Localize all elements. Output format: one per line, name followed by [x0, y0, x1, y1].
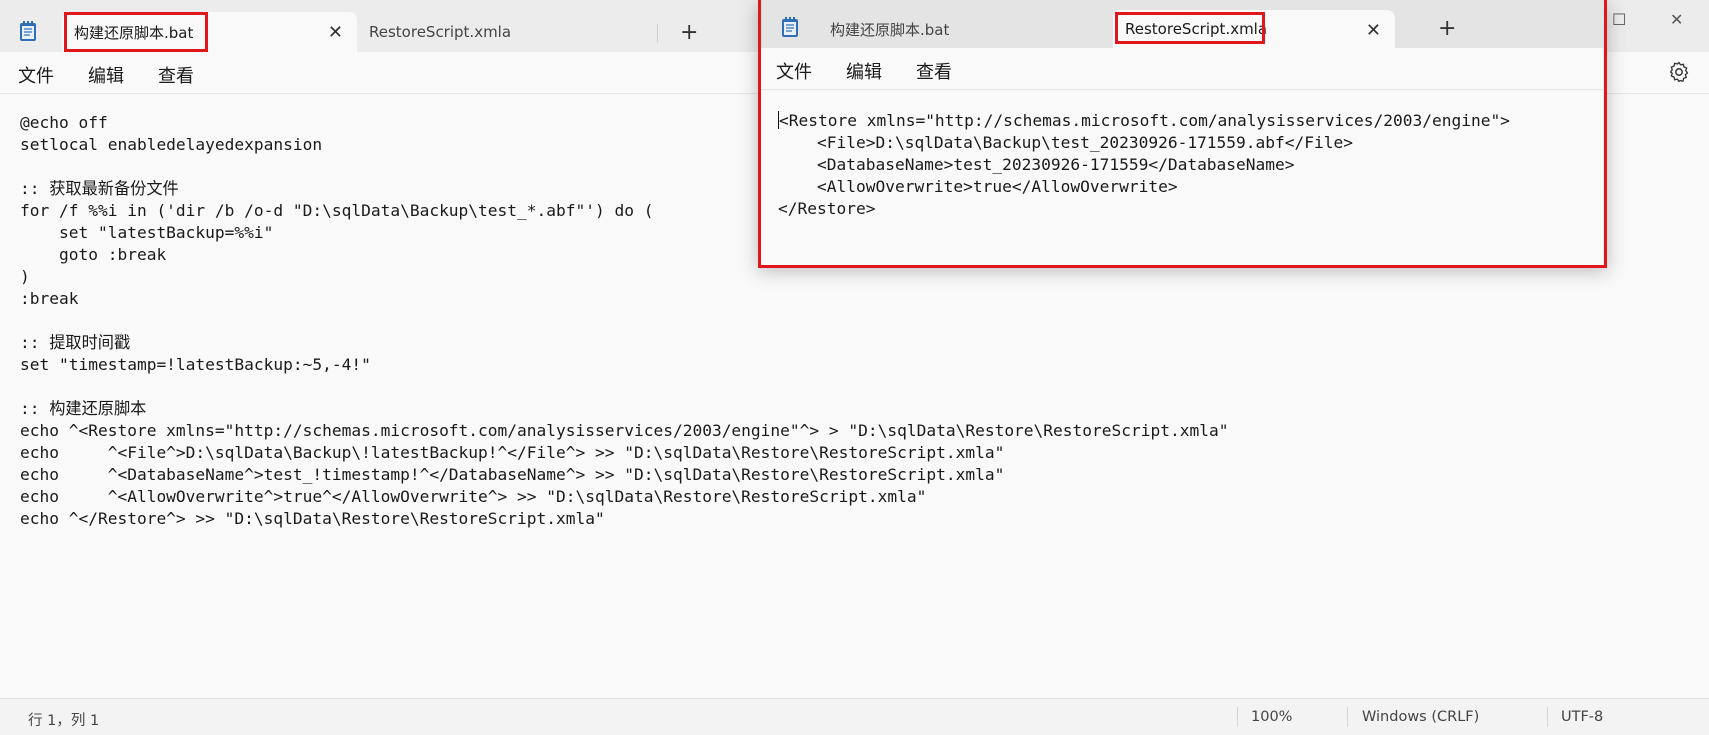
encoding[interactable]: UTF-8 [1561, 709, 1603, 725]
cursor-position: 行 1，列 1 [28, 713, 100, 729]
status-divider [1347, 707, 1348, 727]
close-window-button[interactable]: ✕ [1670, 10, 1683, 29]
highlight-box-xmla-window [758, 0, 1607, 268]
line-ending[interactable]: Windows (CRLF) [1362, 709, 1479, 725]
gear-icon[interactable] [1667, 60, 1691, 84]
tab-label: RestoreScript.xmla [369, 23, 512, 41]
notepad-icon [20, 21, 36, 41]
status-divider [1237, 707, 1238, 727]
close-icon[interactable]: ✕ [328, 22, 343, 43]
tab-divider [657, 24, 658, 42]
menu-edit[interactable]: 编辑 [88, 62, 124, 88]
highlight-box-bat-tab [64, 12, 208, 52]
status-divider [1547, 707, 1548, 727]
status-bar: 行 1，列 1 100% Windows (CRLF) UTF-8 [0, 698, 1709, 735]
menu-view[interactable]: 查看 [158, 62, 194, 88]
tab-xmla-file[interactable]: RestoreScript.xmla [357, 12, 657, 52]
menu-file[interactable]: 文件 [18, 62, 54, 88]
new-tab-button[interactable]: + [680, 20, 698, 45]
maximize-button[interactable]: ☐ [1612, 10, 1626, 29]
zoom-level[interactable]: 100% [1251, 709, 1292, 725]
